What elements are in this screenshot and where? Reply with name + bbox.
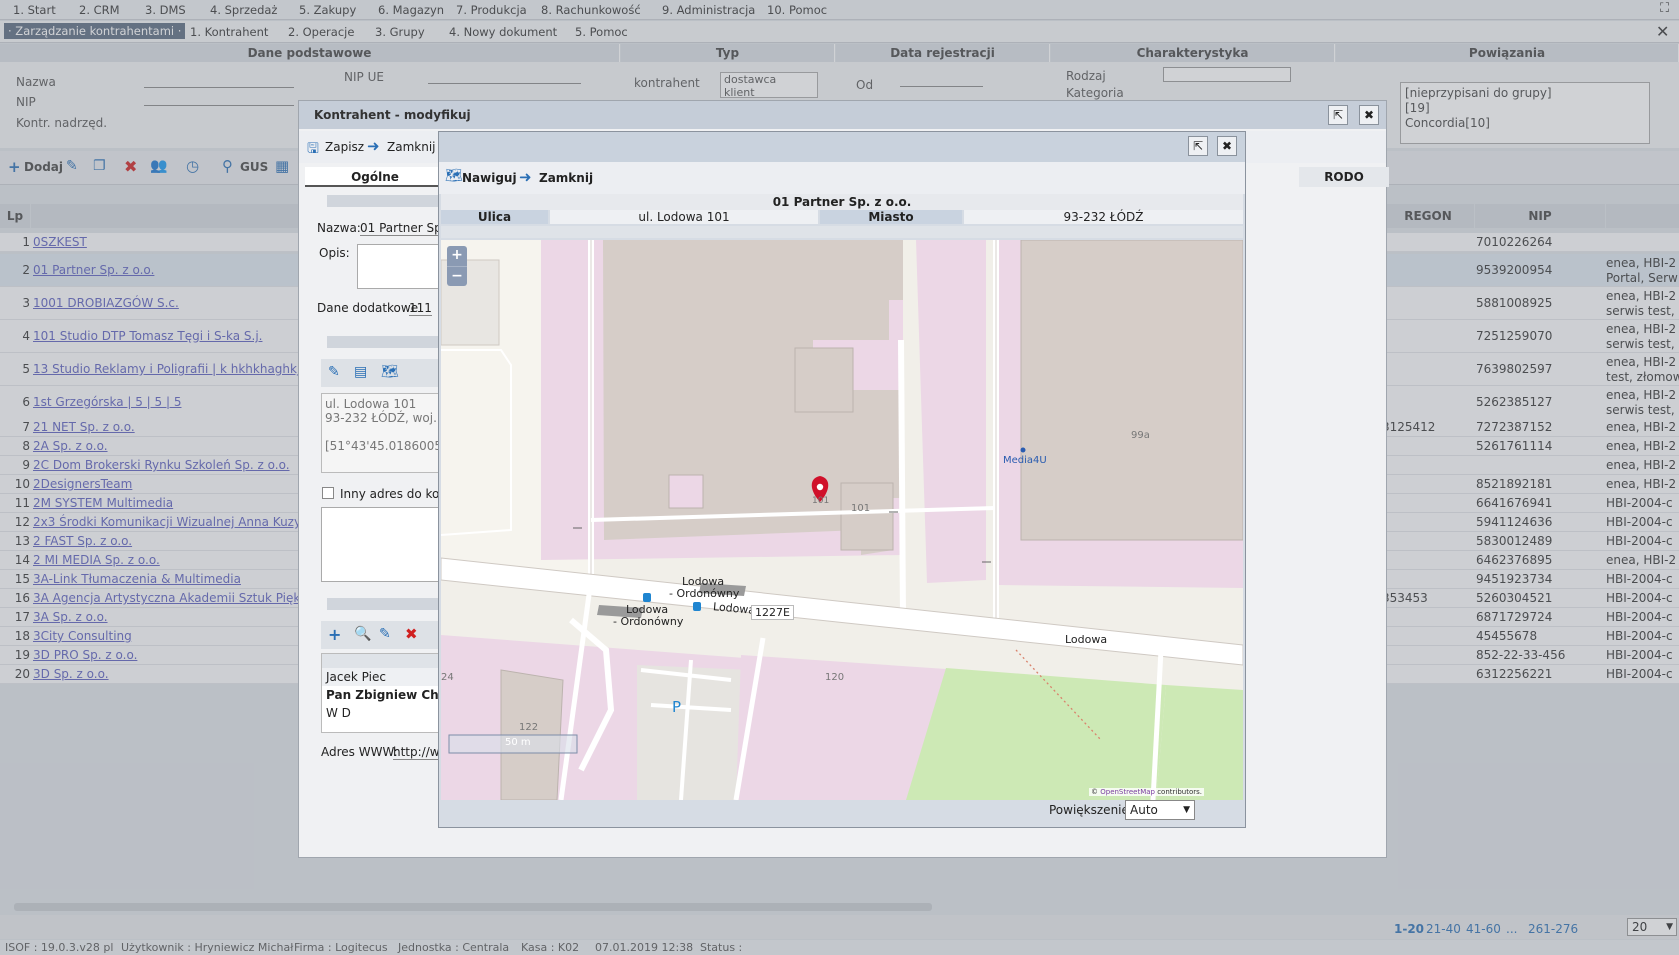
zoom-select[interactable]: Auto ▼ xyxy=(1125,800,1195,820)
map-icon[interactable]: 🗺 xyxy=(445,168,463,184)
map-label-number: 120 xyxy=(825,672,845,683)
extra-data-input[interactable]: 111 xyxy=(409,301,432,316)
map-label-street: Lodowa xyxy=(1065,633,1108,646)
contact-row[interactable]: Pan Zbigniew Chrza xyxy=(322,686,460,704)
close-button[interactable]: Zamknij xyxy=(539,171,593,185)
contact-row[interactable]: Jacek Piec xyxy=(322,668,450,686)
attribution-suffix: contributors. xyxy=(1154,788,1203,796)
street-label: Ulica xyxy=(441,210,548,224)
address-line: 93-232 ŁÓDŹ, woj. Ł xyxy=(325,411,448,425)
delete-contact-icon[interactable]: ✖ xyxy=(405,625,418,643)
city-value: 93-232 ŁÓDŹ xyxy=(964,210,1243,224)
contact-row[interactable]: W D xyxy=(322,704,450,722)
description-input[interactable] xyxy=(357,244,447,289)
section-header xyxy=(327,336,447,348)
dialog-title: Kontrahent - modyfikuj xyxy=(299,101,1386,129)
add-contact-icon[interactable]: + xyxy=(328,625,341,644)
zoom-select-value: Auto xyxy=(1130,803,1158,817)
map-label-stop: - Ordonówny xyxy=(669,587,740,600)
save-button[interactable]: Zapisz xyxy=(325,140,364,154)
map-label-number: 101 xyxy=(851,503,871,514)
map-view[interactable]: + − Lodowa - Ordonówny Lodowa - Ordonówn… xyxy=(441,240,1243,800)
map-label-number: 99a xyxy=(1131,430,1150,441)
contacts-list: Jacek Piec Pan Zbigniew Chrza W D xyxy=(321,653,460,733)
map-label-number: 122 xyxy=(519,722,539,733)
separator xyxy=(441,226,1243,238)
tab-rodo[interactable]: RODO xyxy=(1299,167,1389,187)
details-icon[interactable]: ▤ xyxy=(354,364,367,380)
edit-contact-icon[interactable]: ✎ xyxy=(379,626,391,642)
map-dialog-titlebar: ⇱ ✖ xyxy=(439,132,1245,162)
zoom-label: Powiększenie: xyxy=(1049,803,1133,817)
map-label-road-ref: 1227E xyxy=(751,605,794,620)
address-line: ul. Lodowa 101 xyxy=(325,397,417,411)
contacts-header xyxy=(322,654,450,668)
map-canvas xyxy=(441,240,1243,800)
other-address-label: Inny adres do kor xyxy=(340,487,445,501)
section-header xyxy=(327,598,447,610)
zoom-control: + − xyxy=(447,246,467,286)
zoom-in-button[interactable]: + xyxy=(447,246,467,266)
name-input[interactable]: 01 Partner Sp xyxy=(360,221,442,236)
street-value: ul. Lodowa 101 xyxy=(550,210,818,224)
address-box: ul. Lodowa 101 93-232 ŁÓDŹ, woj. Ł [51°4… xyxy=(321,393,451,473)
map-scale-label: 50 m xyxy=(505,737,531,748)
map-label-number: 24 xyxy=(441,672,454,683)
city-label: Miasto xyxy=(820,210,962,224)
close-icon[interactable]: ✖ xyxy=(1217,136,1237,156)
close-button[interactable]: Zamknij xyxy=(387,140,436,154)
name-label: Nazwa: xyxy=(317,221,361,235)
section-header xyxy=(327,195,447,207)
www-label: Adres WWW: xyxy=(321,745,398,759)
parking-icon: P xyxy=(672,698,682,716)
preview-icon[interactable]: 🔍 xyxy=(354,626,371,642)
other-address-box[interactable] xyxy=(321,507,451,582)
chevron-down-icon: ▼ xyxy=(1183,805,1190,815)
contacts-toolbar: + 🔍 ✎ ✖ xyxy=(321,621,451,649)
save-icon[interactable]: 🖫 xyxy=(307,138,319,162)
close-icon[interactable]: ✖ xyxy=(1359,105,1379,125)
map-attribution: © OpenStreetMap contributors. xyxy=(1089,788,1205,796)
map-label-number: 101 xyxy=(812,496,830,506)
exit-icon[interactable]: ➜ xyxy=(367,137,380,155)
popout-icon[interactable]: ⇱ xyxy=(1188,136,1208,156)
tab-ogolne[interactable]: Ogólne xyxy=(305,167,445,187)
map-icon[interactable]: 🗺 xyxy=(381,364,399,380)
www-input[interactable]: http://w xyxy=(393,745,440,760)
address-coords: [51°43'45.0186005"N xyxy=(325,439,451,453)
popout-icon[interactable]: ⇱ xyxy=(1328,105,1348,125)
description-label: Opis: xyxy=(319,246,350,260)
map-dialog-toolbar: 🗺 Nawiguj ➜ Zamknij xyxy=(439,162,1245,194)
zoom-out-button[interactable]: − xyxy=(447,266,467,286)
company-name: 01 Partner Sp. z o.o. xyxy=(441,194,1243,210)
map-label-stop: - Ordonówny xyxy=(613,615,684,628)
attribution-prefix: © xyxy=(1091,788,1101,796)
exit-icon[interactable]: ➜ xyxy=(519,168,532,186)
edit-address-icon[interactable]: ✎ xyxy=(328,364,340,380)
other-address-checkbox[interactable] xyxy=(322,487,334,499)
attribution-link[interactable]: OpenStreetMap xyxy=(1100,788,1155,796)
map-dialog: ⇱ ✖ 🗺 Nawiguj ➜ Zamknij 01 Partner Sp. z… xyxy=(438,131,1246,828)
extra-data-label: Dane dodatkowe xyxy=(317,301,419,315)
navigate-button[interactable]: Nawiguj xyxy=(462,171,517,185)
address-toolbar: ✎ ▤ 🗺 xyxy=(321,359,451,387)
map-label-poi: Media4U xyxy=(1003,455,1047,466)
